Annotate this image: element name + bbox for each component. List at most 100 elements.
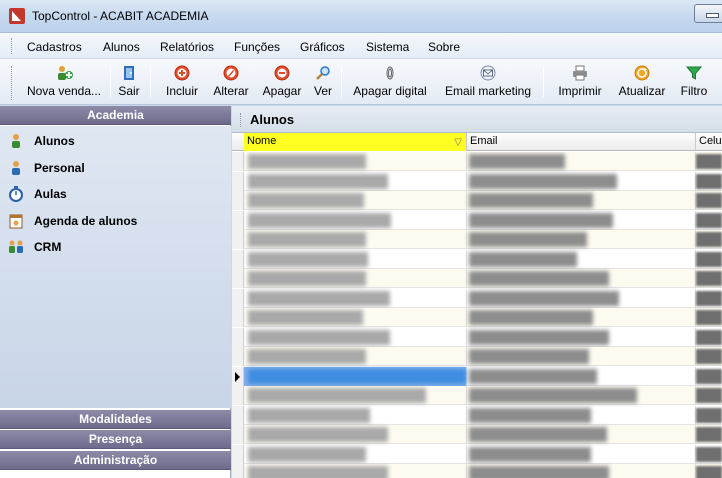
cell-nome-redacted[interactable] bbox=[244, 191, 467, 210]
row-indicator[interactable] bbox=[232, 308, 244, 327]
toolbar-grip[interactable] bbox=[11, 66, 14, 100]
ver-button[interactable]: Ver bbox=[310, 63, 336, 101]
cell-email-redacted[interactable] bbox=[467, 249, 696, 269]
cell-celular-redacted[interactable] bbox=[696, 172, 722, 191]
table-row[interactable] bbox=[232, 249, 722, 269]
menu-sistema[interactable]: Sistema bbox=[366, 40, 409, 54]
menu-relatorios[interactable]: Relatórios bbox=[160, 40, 214, 54]
sair-button[interactable]: Sair bbox=[114, 63, 144, 101]
cell-email-redacted[interactable] bbox=[467, 464, 696, 478]
column-header-celular[interactable]: Celul bbox=[696, 133, 722, 151]
table-row[interactable] bbox=[232, 405, 722, 425]
email-marketing-button[interactable]: Email marketing bbox=[438, 63, 538, 101]
cell-nome-redacted[interactable] bbox=[244, 386, 467, 405]
cell-nome-redacted[interactable] bbox=[244, 444, 467, 464]
cell-email-redacted[interactable] bbox=[467, 444, 696, 464]
row-indicator[interactable] bbox=[232, 327, 244, 347]
grid-rows[interactable] bbox=[232, 152, 722, 478]
cell-nome-redacted[interactable] bbox=[244, 152, 467, 171]
cell-email-redacted[interactable] bbox=[467, 425, 696, 444]
table-row[interactable] bbox=[232, 230, 722, 249]
table-row[interactable] bbox=[232, 464, 722, 478]
row-indicator[interactable] bbox=[232, 191, 244, 210]
cell-email-redacted[interactable] bbox=[467, 347, 696, 366]
row-indicator[interactable] bbox=[232, 269, 244, 288]
atualizar-button[interactable]: Atualizar bbox=[612, 63, 672, 101]
nav-item-personal[interactable]: Personal bbox=[8, 158, 85, 178]
cell-nome-redacted[interactable] bbox=[244, 327, 467, 347]
cell-celular-redacted[interactable] bbox=[696, 425, 722, 444]
menu-alunos[interactable]: Alunos bbox=[103, 40, 140, 54]
imprimir-button[interactable]: Imprimir bbox=[550, 63, 610, 101]
cell-nome-redacted[interactable] bbox=[244, 347, 467, 366]
cell-celular-redacted[interactable] bbox=[696, 269, 722, 288]
cell-email-redacted[interactable] bbox=[467, 327, 696, 347]
column-header-nome[interactable]: Nome ▽ bbox=[244, 133, 467, 151]
cell-nome-redacted[interactable] bbox=[244, 230, 467, 249]
cell-nome-redacted[interactable] bbox=[244, 269, 467, 288]
filtro-button[interactable]: Filtro bbox=[674, 63, 714, 101]
row-indicator[interactable] bbox=[232, 464, 244, 478]
cell-celular-redacted[interactable] bbox=[696, 289, 722, 308]
cell-email-redacted[interactable] bbox=[467, 191, 696, 210]
menu-funcoes[interactable]: Funções bbox=[234, 40, 280, 54]
cell-nome-redacted[interactable] bbox=[244, 210, 467, 230]
cell-celular-redacted[interactable] bbox=[696, 367, 722, 386]
table-row[interactable] bbox=[232, 347, 722, 366]
table-row[interactable] bbox=[232, 210, 722, 230]
cell-celular-redacted[interactable] bbox=[696, 308, 722, 327]
cell-nome-redacted[interactable] bbox=[244, 464, 467, 478]
cell-email-redacted[interactable] bbox=[467, 171, 696, 191]
row-indicator[interactable] bbox=[232, 425, 244, 444]
filter-icon[interactable]: ▽ bbox=[454, 134, 462, 151]
row-indicator[interactable] bbox=[232, 405, 244, 425]
row-indicator[interactable] bbox=[232, 347, 244, 366]
nav-section-presenca[interactable]: Presença bbox=[0, 430, 231, 449]
nav-item-crm[interactable]: CRM bbox=[8, 237, 61, 257]
row-indicator[interactable] bbox=[232, 366, 244, 386]
cell-nome-redacted[interactable] bbox=[244, 171, 467, 191]
cell-celular-redacted[interactable] bbox=[696, 328, 722, 347]
cell-email-redacted[interactable] bbox=[467, 230, 696, 249]
cell-email-redacted[interactable] bbox=[467, 405, 696, 425]
row-indicator[interactable] bbox=[232, 386, 244, 405]
cell-nome-redacted[interactable] bbox=[244, 249, 467, 269]
incluir-button[interactable]: Incluir bbox=[160, 63, 204, 101]
row-indicator[interactable] bbox=[232, 171, 244, 191]
cell-celular-redacted[interactable] bbox=[696, 152, 722, 171]
table-row[interactable] bbox=[232, 327, 722, 347]
apagar-button[interactable]: Apagar bbox=[258, 63, 306, 101]
table-row[interactable] bbox=[232, 444, 722, 464]
cell-email-redacted[interactable] bbox=[467, 269, 696, 288]
cell-email-redacted[interactable] bbox=[467, 386, 696, 405]
cell-email-redacted[interactable] bbox=[467, 210, 696, 230]
nav-section-administracao[interactable]: Administração bbox=[0, 451, 231, 470]
cell-email-redacted[interactable] bbox=[467, 288, 696, 308]
cell-celular-redacted[interactable] bbox=[696, 406, 722, 425]
nav-header-academia[interactable]: Academia bbox=[0, 106, 231, 125]
cell-celular-redacted[interactable] bbox=[696, 250, 722, 269]
cell-nome-redacted[interactable] bbox=[244, 366, 467, 386]
cell-celular-redacted[interactable] bbox=[696, 445, 722, 464]
cell-nome-redacted[interactable] bbox=[244, 425, 467, 444]
menu-cadastros[interactable]: Cadastros bbox=[27, 40, 82, 54]
apagar-digital-button[interactable]: Apagar digital bbox=[346, 63, 434, 101]
cell-nome-redacted[interactable] bbox=[244, 288, 467, 308]
table-row[interactable] bbox=[232, 191, 722, 210]
row-indicator[interactable] bbox=[232, 230, 244, 249]
cell-email-redacted[interactable] bbox=[467, 152, 696, 171]
nav-item-agenda-de-alunos[interactable]: Agenda de alunos bbox=[8, 211, 137, 231]
cell-nome-redacted[interactable] bbox=[244, 308, 467, 327]
menu-grip[interactable] bbox=[11, 38, 14, 54]
row-indicator[interactable] bbox=[232, 288, 244, 308]
nav-item-alunos[interactable]: Alunos bbox=[8, 131, 75, 151]
cell-celular-redacted[interactable] bbox=[696, 230, 722, 249]
minimize-button[interactable] bbox=[694, 4, 722, 23]
table-row[interactable] bbox=[232, 269, 722, 288]
menu-sobre[interactable]: Sobre bbox=[428, 40, 460, 54]
table-row[interactable] bbox=[232, 308, 722, 327]
alterar-button[interactable]: Alterar bbox=[208, 63, 254, 101]
cell-celular-redacted[interactable] bbox=[696, 191, 722, 210]
nav-item-aulas[interactable]: Aulas bbox=[8, 184, 67, 204]
cell-celular-redacted[interactable] bbox=[696, 464, 722, 478]
